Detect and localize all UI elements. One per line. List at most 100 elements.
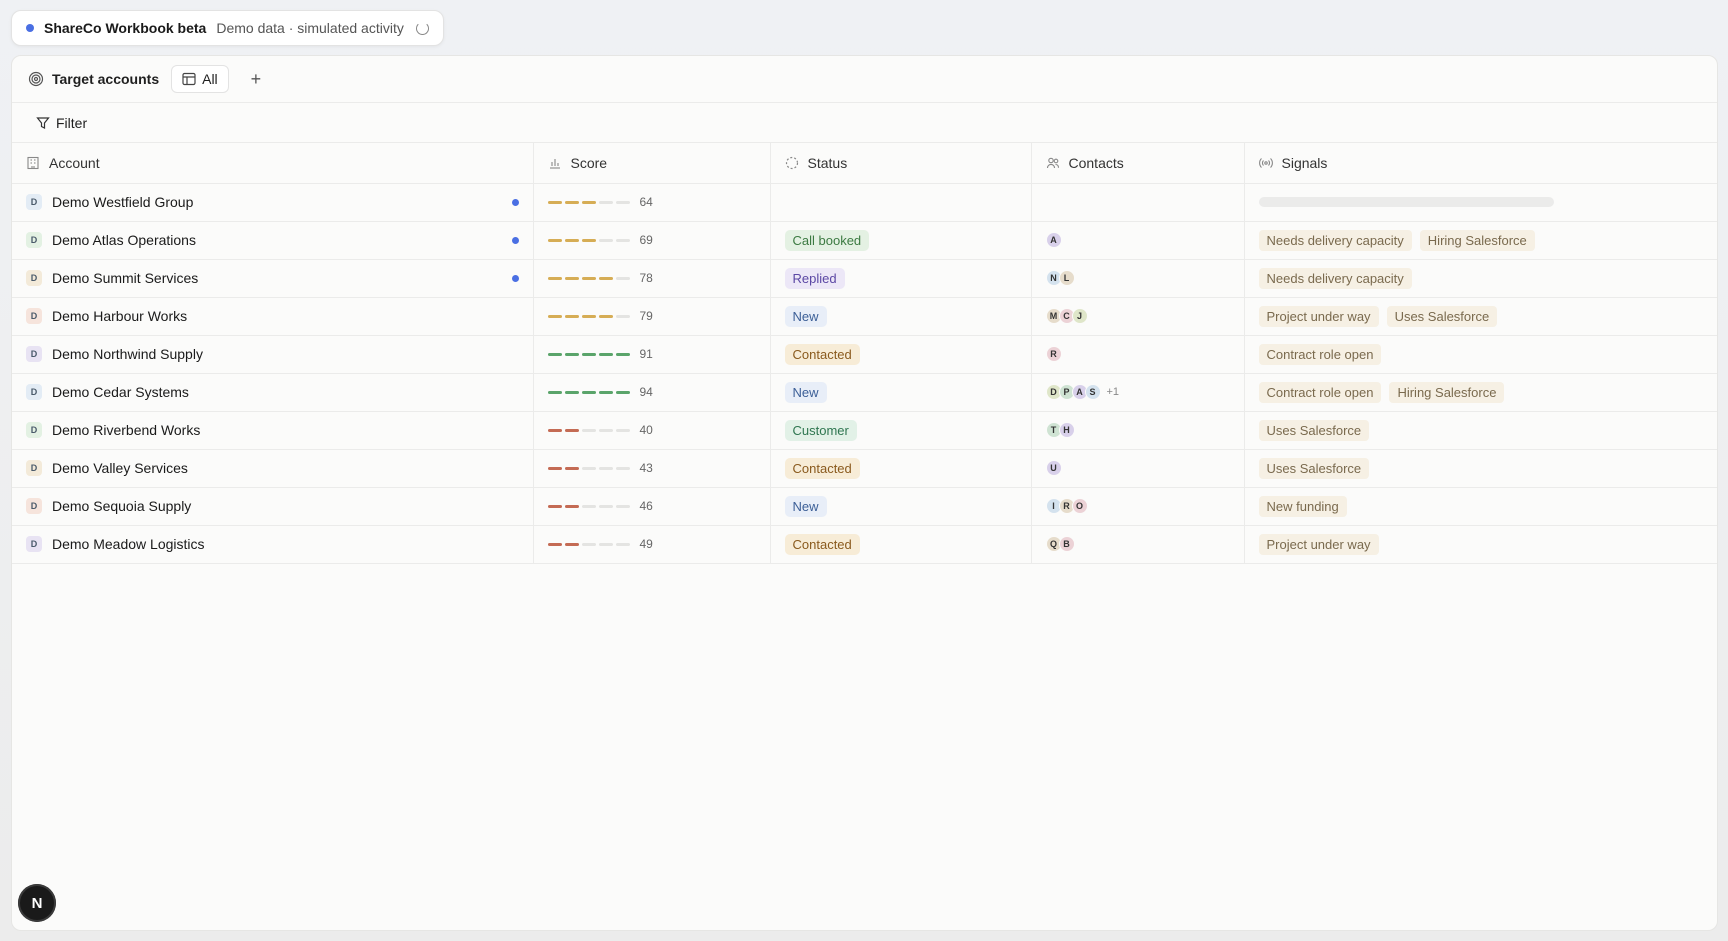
signal-tag: Hiring Salesforce <box>1389 381 1505 403</box>
status-cell[interactable]: New <box>770 373 1032 412</box>
avatar[interactable]: A <box>1045 232 1062 248</box>
account-cell[interactable]: D Demo Sequoia Supply <box>12 487 534 526</box>
account-cell[interactable]: D Demo Atlas Operations <box>12 221 534 260</box>
table-row[interactable]: D Demo Meadow Logistics 49 Contacted Q B Proje… <box>12 525 1717 564</box>
score-value: 91 <box>639 347 653 361</box>
status-badge[interactable]: Contacted <box>784 457 860 479</box>
status-cell[interactable]: Contacted <box>770 335 1032 374</box>
table-row[interactable]: D Demo Westfield Group 64 <box>12 183 1717 222</box>
accounts-table: Account Score Status Contacts Signals DD… <box>12 143 1717 564</box>
add-view-button[interactable]: + <box>251 70 262 88</box>
account-cell[interactable]: D Demo Cedar Systems <box>12 373 534 412</box>
table-row[interactable]: D Demo Harbour Works 79 New M C J Project under… <box>12 297 1717 336</box>
signals-cell: Contract role open Hiring Salesforce <box>1244 373 1717 412</box>
live-status-dot <box>26 24 34 32</box>
score-segment <box>598 390 613 394</box>
status-badge[interactable]: Call booked <box>784 229 870 251</box>
status-badge[interactable]: Customer <box>784 419 857 441</box>
score-meter <box>547 428 630 432</box>
avatar[interactable]: B <box>1058 536 1075 552</box>
signals-cell: Needs delivery capacity <box>1244 259 1717 298</box>
avatar[interactable]: H <box>1058 422 1075 438</box>
status-cell[interactable]: New <box>770 297 1032 336</box>
table-header-row: Account Score Status Contacts Signals <box>12 143 1717 184</box>
contacts-cell[interactable]: A <box>1031 221 1245 260</box>
table-row[interactable]: D Demo Valley Services 43 Contacted U Uses Sa… <box>12 449 1717 488</box>
score-segment <box>547 504 562 508</box>
contacts-cell[interactable]: NL <box>1031 259 1245 298</box>
signal-tag: Hiring Salesforce <box>1419 229 1535 251</box>
contacts-cell[interactable] <box>1031 183 1245 222</box>
contacts-cell[interactable]: TH <box>1031 411 1245 450</box>
score-segment <box>598 314 613 318</box>
score-value: 43 <box>639 461 653 475</box>
signals-cell: Needs delivery capacity Hiring Salesforce <box>1244 221 1717 260</box>
column-header-contacts[interactable]: Contacts <box>1031 143 1245 184</box>
status-cell[interactable] <box>770 183 1032 222</box>
table-row[interactable]: D Demo Riverbend Works 40 Customer T H Uses Sa… <box>12 411 1717 450</box>
table-row[interactable]: D Demo Cedar Systems 94 New D P A S +1 Contract r… <box>12 373 1717 412</box>
status-badge[interactable]: New <box>784 381 827 403</box>
avatar[interactable]: U <box>1045 460 1062 476</box>
contacts-cell[interactable]: U <box>1031 449 1245 488</box>
score-segment <box>615 428 630 432</box>
workspace-badge[interactable]: N <box>18 884 56 922</box>
account-name: Demo Cedar Systems <box>52 384 189 400</box>
contacts-cell[interactable]: MCJ <box>1031 297 1245 336</box>
signals-cell: Uses Salesforce <box>1244 449 1717 488</box>
account-cell[interactable]: D Demo Harbour Works <box>12 297 534 336</box>
column-header-status[interactable]: Status <box>770 143 1032 184</box>
column-header-account[interactable]: Account <box>12 143 534 184</box>
column-header-signals[interactable]: Signals <box>1244 143 1717 184</box>
status-cell[interactable]: Contacted <box>770 525 1032 564</box>
column-header-score[interactable]: Score <box>533 143 771 184</box>
score-segment <box>547 390 562 394</box>
avatar[interactable]: O <box>1071 498 1088 514</box>
score-segment <box>581 504 596 508</box>
tab-all[interactable]: All <box>171 65 229 93</box>
table-row[interactable]: D Demo Summit Services 78 Replied N L Needs de… <box>12 259 1717 298</box>
score-segment <box>581 428 596 432</box>
account-cell[interactable]: D Demo Westfield Group <box>12 183 534 222</box>
account-cell[interactable]: D Demo Northwind Supply <box>12 335 534 374</box>
contacts-cell[interactable]: R <box>1031 335 1245 374</box>
contacts-cell[interactable]: D P A S +1 <box>1031 373 1245 412</box>
table-row[interactable]: D Demo Atlas Operations 69 Call booked A Need… <box>12 221 1717 260</box>
status-badge[interactable]: New <box>784 495 827 517</box>
filter-button[interactable]: Filter <box>12 103 1717 143</box>
status-badge[interactable]: Contacted <box>784 343 860 365</box>
more-contacts-count[interactable]: +1 <box>1107 386 1120 398</box>
score-meter <box>547 352 630 356</box>
signal-tag: New funding <box>1258 495 1347 517</box>
account-cell[interactable]: D Demo Riverbend Works <box>12 411 534 450</box>
avatar[interactable]: J <box>1071 308 1088 324</box>
status-cell[interactable]: Call booked <box>770 221 1032 260</box>
account-cell[interactable]: D Demo Meadow Logistics <box>12 525 534 564</box>
account-cell[interactable]: D Demo Summit Services <box>12 259 534 298</box>
table-row[interactable]: D Demo Northwind Supply 91 Contacted R Contra… <box>12 335 1717 374</box>
status-badge[interactable]: Replied <box>784 267 845 289</box>
column-label-contacts: Contacts <box>1068 154 1124 171</box>
avatar[interactable]: L <box>1058 270 1075 286</box>
column-label-score: Score <box>570 154 608 171</box>
score-value: 79 <box>639 309 653 323</box>
score-segment <box>547 200 562 204</box>
contacts-cell[interactable]: QB <box>1031 525 1245 564</box>
table-row[interactable]: D Demo Sequoia Supply 46 New I R O New funding <box>12 487 1717 526</box>
status-cell[interactable]: Customer <box>770 411 1032 450</box>
status-cell[interactable]: Contacted <box>770 449 1032 488</box>
status-badge[interactable]: Contacted <box>784 533 860 555</box>
contacts-cell[interactable]: IRO <box>1031 487 1245 526</box>
account-cell[interactable]: D Demo Valley Services <box>12 449 534 488</box>
score-segment <box>598 276 613 280</box>
account-name: Demo Westfield Group <box>52 194 194 210</box>
column-label-status: Status <box>807 154 848 171</box>
status-cell[interactable]: New <box>770 487 1032 526</box>
status-cell[interactable]: Replied <box>770 259 1032 298</box>
avatar[interactable]: S <box>1084 384 1101 400</box>
status-badge[interactable]: New <box>784 305 827 327</box>
score-value: 40 <box>639 423 653 437</box>
avatar[interactable]: R <box>1045 346 1062 362</box>
score-segment <box>547 428 562 432</box>
score-segment <box>615 238 630 242</box>
